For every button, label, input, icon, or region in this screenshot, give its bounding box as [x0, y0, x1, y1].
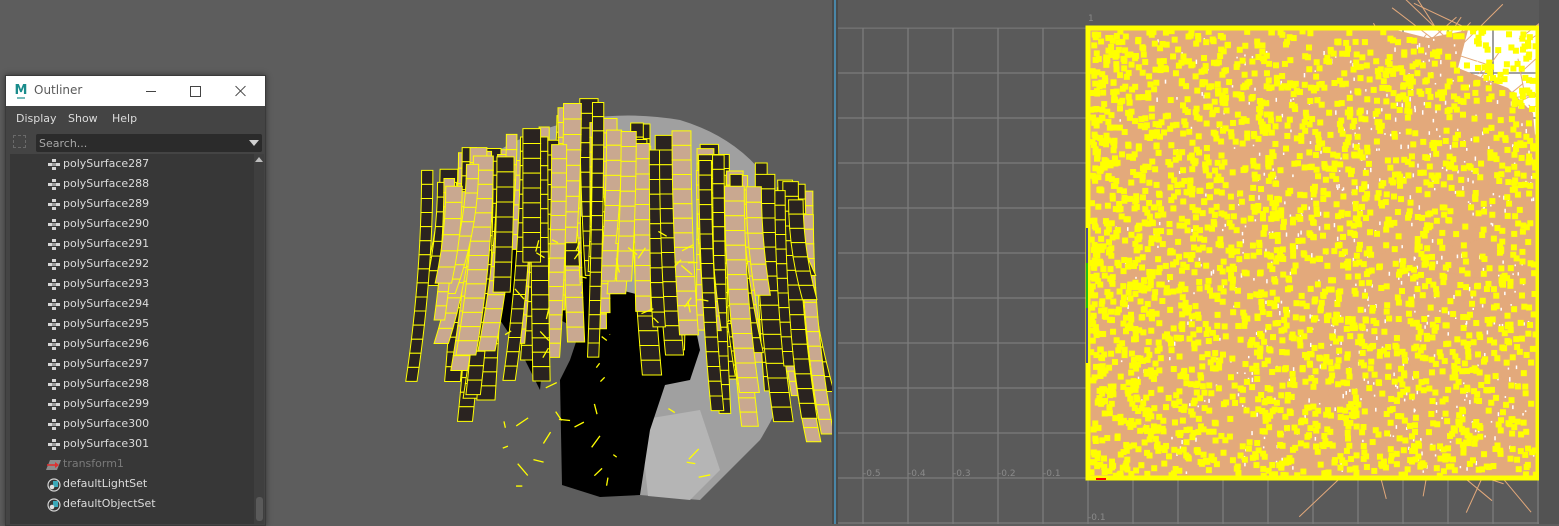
- active-pane-indicator: [834, 0, 836, 524]
- outliner-item-label: transform1: [63, 457, 124, 470]
- outliner-item-label: polySurface295: [63, 317, 149, 330]
- set-icon: [46, 497, 62, 511]
- outliner-item[interactable]: polySurface301: [10, 434, 254, 454]
- maximize-button[interactable]: [173, 76, 218, 106]
- outliner-item[interactable]: polySurface296: [10, 334, 254, 354]
- outliner-list[interactable]: polySurface287 polySurface288 polySurface2…: [10, 154, 254, 524]
- scrollbar-thumb[interactable]: [256, 497, 263, 521]
- outliner-item-label: defaultObjectSet: [63, 497, 156, 510]
- outliner-item-label: polySurface290: [63, 217, 149, 230]
- outliner-item[interactable]: polySurface294: [10, 294, 254, 314]
- u-tick-label: -0.2: [998, 469, 1016, 479]
- outliner-scrollbar[interactable]: [254, 154, 264, 524]
- mesh-icon: [46, 437, 62, 451]
- menu-show[interactable]: Show: [68, 112, 98, 125]
- outliner-item-label: polySurface287: [63, 157, 149, 170]
- outliner-item[interactable]: polySurface295: [10, 314, 254, 334]
- search-input[interactable]: [36, 134, 244, 152]
- outliner-item[interactable]: polySurface288: [10, 174, 254, 194]
- outliner-item[interactable]: polySurface298: [10, 374, 254, 394]
- outliner-item[interactable]: polySurface289: [10, 194, 254, 214]
- mesh-icon: [46, 217, 62, 231]
- outliner-item[interactable]: polySurface290: [10, 214, 254, 234]
- u-tick-label: -0.5: [863, 469, 881, 479]
- outliner-item[interactable]: polySurface293: [10, 274, 254, 294]
- outliner-item[interactable]: polySurface300: [10, 414, 254, 434]
- outliner-window[interactable]: M Outliner Display Show Help polySurface…: [5, 75, 266, 526]
- outliner-item-label: polySurface292: [63, 257, 149, 270]
- outliner-item-label: polySurface291: [63, 237, 149, 250]
- outliner-item-label: polySurface301: [63, 437, 149, 450]
- outliner-item[interactable]: polySurface299: [10, 394, 254, 414]
- search-options-dropdown-icon[interactable]: [249, 140, 259, 146]
- outliner-item[interactable]: transform1: [10, 454, 254, 474]
- outliner-item[interactable]: polySurface291: [10, 234, 254, 254]
- outliner-menubar: Display Show Help: [6, 106, 265, 130]
- mesh-icon: [46, 237, 62, 251]
- mesh-icon: [46, 177, 62, 191]
- mesh-icon: [46, 357, 62, 371]
- mesh-icon: [46, 377, 62, 391]
- outliner-item[interactable]: defaultObjectSet: [10, 494, 254, 514]
- mesh-icon: [46, 397, 62, 411]
- outliner-item[interactable]: polySurface292: [10, 254, 254, 274]
- mesh-icon: [46, 257, 62, 271]
- scroll-up-arrow-icon[interactable]: [255, 157, 263, 162]
- v-tick-label: -0.1: [1088, 513, 1106, 523]
- set-icon: [46, 477, 62, 491]
- uv-canvas[interactable]: [838, 0, 1559, 524]
- outliner-item[interactable]: polySurface287: [10, 154, 254, 174]
- outliner-item-label: polySurface298: [63, 377, 149, 390]
- u-tick-label: -0.3: [953, 469, 971, 479]
- mesh-icon: [46, 317, 62, 331]
- mesh-icon: [46, 337, 62, 351]
- window-title: Outliner: [34, 83, 82, 97]
- minimize-button[interactable]: [128, 76, 173, 106]
- tile-corner-label: 1: [1088, 14, 1094, 24]
- close-button[interactable]: [218, 76, 263, 106]
- outliner-item-label: defaultLightSet: [63, 477, 147, 490]
- uv-editor-panel[interactable]: -0.5-0.4-0.3-0.2-0.1-0.111: [838, 0, 1559, 524]
- maximize-icon: [190, 86, 201, 97]
- uv-side-frame: [1539, 0, 1559, 524]
- u-tick-label: -0.4: [908, 469, 926, 479]
- mesh-icon: [46, 277, 62, 291]
- mesh-icon: [46, 417, 62, 431]
- maya-logo-icon: M: [14, 84, 28, 98]
- transform-icon: [46, 457, 62, 471]
- mesh-icon: [46, 297, 62, 311]
- outliner-item-label: polySurface299: [63, 397, 149, 410]
- outliner-item-label: polySurface294: [63, 297, 149, 310]
- outliner-item-label: polySurface293: [63, 277, 149, 290]
- outliner-item-label: polySurface297: [63, 357, 149, 370]
- search-box[interactable]: [36, 134, 262, 152]
- outliner-titlebar[interactable]: M Outliner: [6, 76, 265, 106]
- outliner-item[interactable]: polySurface297: [10, 354, 254, 374]
- outliner-item-label: polySurface300: [63, 417, 149, 430]
- menu-display[interactable]: Display: [16, 112, 57, 125]
- outliner-item[interactable]: defaultLightSet: [10, 474, 254, 494]
- close-icon: [235, 85, 247, 97]
- outliner-item-label: polySurface288: [63, 177, 149, 190]
- u-tick-label: -0.1: [1043, 469, 1061, 479]
- outliner-item-label: polySurface289: [63, 197, 149, 210]
- minimize-icon: [146, 91, 156, 92]
- menu-help[interactable]: Help: [112, 112, 137, 125]
- outliner-item-label: polySurface296: [63, 337, 149, 350]
- filter-row: [6, 132, 265, 154]
- mesh-icon: [46, 157, 62, 171]
- mesh-icon: [46, 197, 62, 211]
- select-filter-icon[interactable]: [13, 135, 26, 148]
